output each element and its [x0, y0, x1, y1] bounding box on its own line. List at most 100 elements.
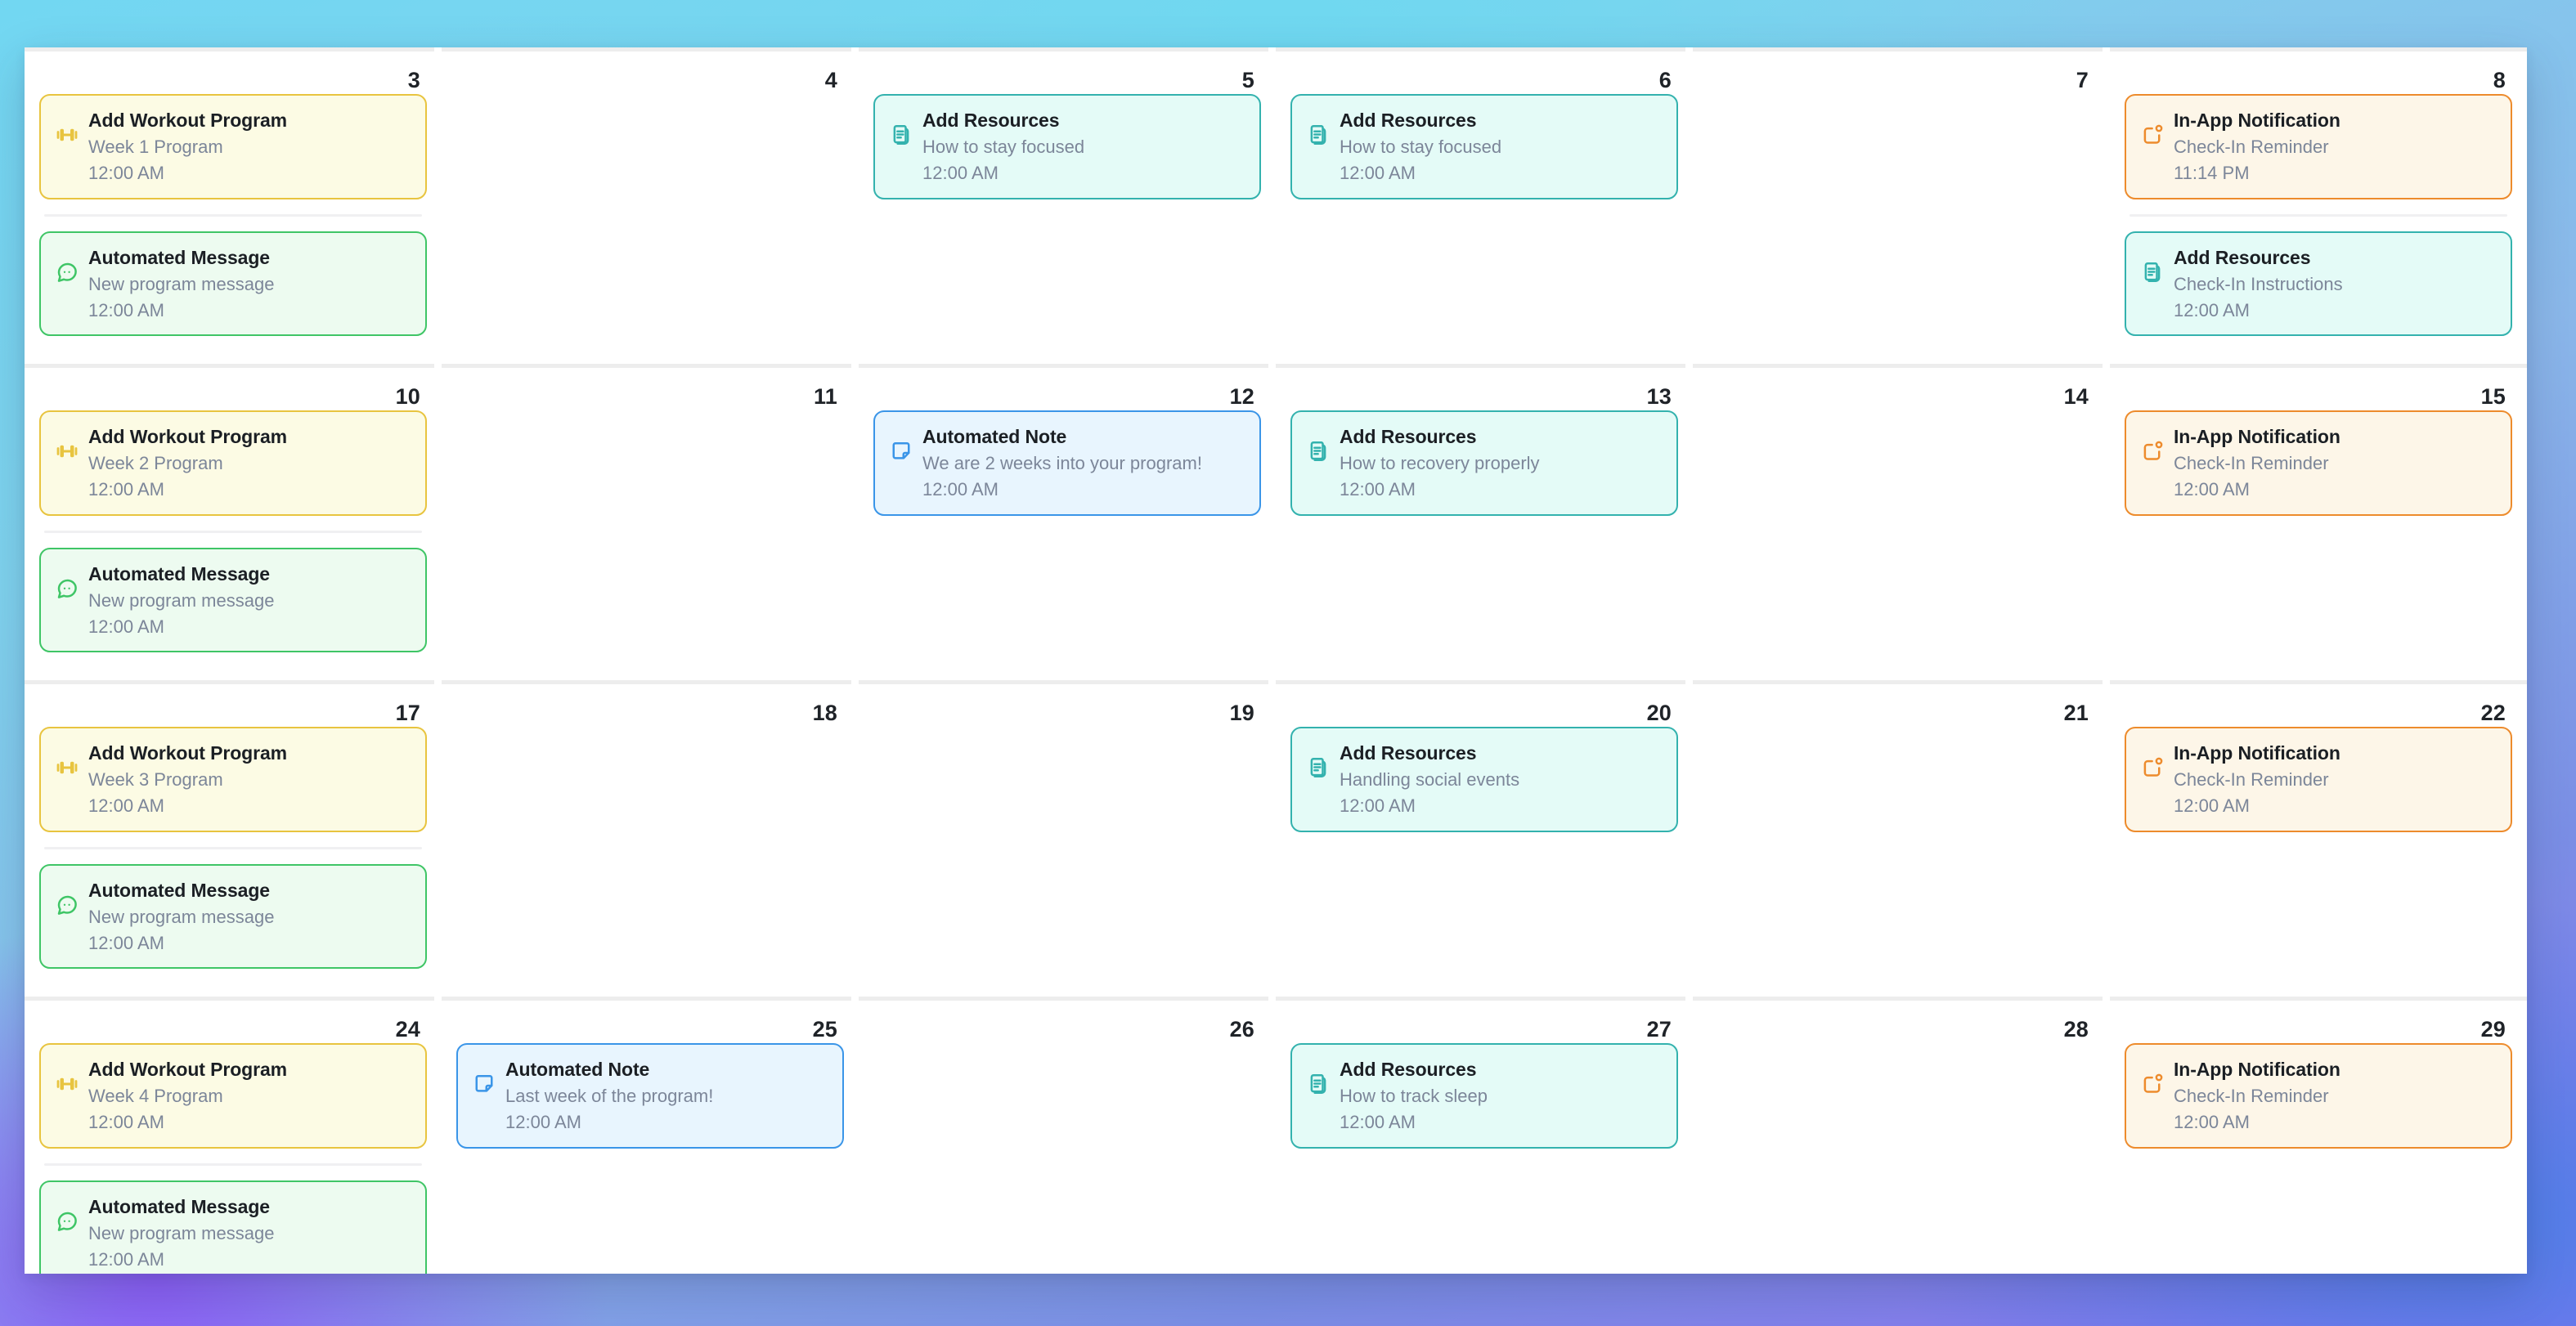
day-number: 22 [2480, 701, 2506, 725]
event-card[interactable]: Add Resources How to track sleep 12:00 AM [1290, 1043, 1678, 1149]
day-events-list: Add Workout Program Week 2 Program 12:00 A… [34, 410, 432, 652]
event-time: 12:00 AM [1340, 479, 1416, 500]
day-number: 8 [2493, 68, 2506, 92]
day-number: 26 [1229, 1017, 1254, 1042]
day-cell-15[interactable]: 15 In-App Notification Check-In Reminder 12… [2103, 364, 2527, 680]
notification-icon [2143, 124, 2163, 144]
day-cell-17[interactable]: 17 Add Workout Program Week 3 Program 12:00… [25, 680, 442, 997]
event-title: In-App Notification [2174, 110, 2340, 131]
day-cell-6[interactable]: 6 Add Resources How to stay focused 12:00 A… [1268, 47, 1693, 364]
event-time: 12:00 AM [2174, 299, 2250, 320]
day-cell-29[interactable]: 29 In-App Notification Check-In Reminder 12… [2103, 997, 2527, 1274]
event-subtitle: Check-In Reminder [2174, 453, 2329, 474]
event-subtitle: How to recovery properly [1340, 453, 1540, 474]
event-title: Automated Message [88, 562, 270, 585]
day-cell-5[interactable]: 5 Add Resources How to stay focused 12:00 A… [851, 47, 1276, 364]
documents-icon [1310, 441, 1326, 461]
day-cell-14[interactable]: 14 [1685, 364, 2110, 680]
calendar-month-grid: 3 Add Workout Program Week 1 Program 12:00 … [25, 47, 2527, 1274]
day-events-list: Add Workout Program Week 3 Program 12:00 A… [34, 727, 432, 969]
event-subtitle: How to track sleep [1340, 1086, 1488, 1107]
day-cell-8[interactable]: 8 In-App Notification Check-In Reminder 11:… [2103, 47, 2527, 364]
event-subtitle: New program message [88, 1222, 275, 1243]
event-card[interactable]: Automated Note Last week of the program! 1… [456, 1043, 844, 1149]
documents-icon [1310, 125, 1326, 145]
day-cell-4[interactable]: 4 [434, 47, 859, 364]
event-card[interactable]: Automated Message New program message 12:0… [39, 1180, 427, 1274]
event-time: 12:00 AM [88, 795, 164, 817]
event-subtitle: How to stay focused [1340, 137, 1502, 158]
event-title: Automated Note [922, 426, 1067, 447]
event-title: Add Resources [1340, 1059, 1477, 1080]
event-card[interactable]: Add Resources Check-In Instructions 12:00 … [2125, 231, 2512, 336]
event-title: Automated Message [88, 1195, 270, 1217]
event-subtitle: Week 2 Program [88, 453, 223, 474]
day-number: 10 [395, 384, 420, 409]
event-title: In-App Notification [2174, 1059, 2340, 1080]
day-cell-25[interactable]: 25 Automated Note Last week of the program… [434, 997, 859, 1274]
event-divider [44, 846, 422, 849]
event-time: 12:00 AM [88, 1248, 164, 1270]
event-card[interactable]: Automated Note We are 2 weeks into your p… [873, 410, 1261, 516]
event-card[interactable]: Add Resources How to recovery properly 12:… [1290, 410, 1678, 516]
event-subtitle: New program message [88, 273, 275, 294]
event-card[interactable]: Automated Message New program message 12:0… [39, 863, 427, 969]
day-number: 4 [824, 68, 837, 92]
event-card[interactable]: Automated Message New program message 12:0… [39, 231, 427, 336]
event-card[interactable]: In-App Notification Check-In Reminder 12:0… [2125, 727, 2512, 832]
event-card[interactable]: In-App Notification Check-In Reminder 11:1… [2125, 94, 2512, 199]
day-cell-20[interactable]: 20 Add Resources Handling social events 12:… [1268, 680, 1693, 997]
day-cell-7[interactable]: 7 [1685, 47, 2110, 364]
day-cell-21[interactable]: 21 [1685, 680, 2110, 997]
event-card[interactable]: Add Resources How to stay focused 12:00 AM [1290, 94, 1678, 199]
day-cell-13[interactable]: 13 Add Resources How to recovery properly 1… [1268, 364, 1693, 680]
day-events-list: Add Workout Program Week 4 Program 12:00 A… [34, 1043, 432, 1274]
event-subtitle: Week 4 Program [88, 1086, 223, 1107]
day-cell-11[interactable]: 11 [434, 364, 859, 680]
event-title: Automated Note [505, 1059, 650, 1080]
event-title: Add Resources [1340, 110, 1477, 131]
event-divider [44, 1162, 422, 1166]
event-divider [44, 213, 422, 217]
day-cell-12[interactable]: 12 Automated Note We are 2 weeks into your… [851, 364, 1276, 680]
event-time: 12:00 AM [505, 1112, 581, 1133]
day-cell-18[interactable]: 18 [434, 680, 859, 997]
event-card[interactable]: Add Resources How to stay focused 12:00 AM [873, 94, 1261, 199]
day-cell-27[interactable]: 27 Add Resources How to track sleep 12:00 A… [1268, 997, 1693, 1274]
day-cell-3[interactable]: 3 Add Workout Program Week 1 Program 12:00 … [25, 47, 442, 364]
event-title: Add Resources [1340, 426, 1477, 447]
dumbbell-icon [56, 445, 78, 458]
event-time: 12:00 AM [2174, 1112, 2250, 1133]
day-cell-26[interactable]: 26 [851, 997, 1276, 1274]
event-subtitle: New program message [88, 589, 275, 611]
dumbbell-icon [56, 761, 78, 774]
chat-bubble-icon [57, 262, 77, 282]
day-number: 20 [1646, 701, 1672, 725]
event-card[interactable]: Add Resources Handling social events 12:00… [1290, 727, 1678, 832]
event-title: Add Resources [922, 110, 1060, 131]
day-cell-22[interactable]: 22 In-App Notification Check-In Reminder 12… [2103, 680, 2527, 997]
day-cell-10[interactable]: 10 Add Workout Program Week 2 Program 12:00… [25, 364, 442, 680]
event-card[interactable]: Add Workout Program Week 2 Program 12:00 A… [39, 410, 427, 516]
day-cell-24[interactable]: 24 Add Workout Program Week 4 Program 12:00… [25, 997, 442, 1274]
day-number: 17 [395, 701, 420, 725]
event-card[interactable]: Automated Message New program message 12:0… [39, 547, 427, 652]
event-card[interactable]: Add Workout Program Week 4 Program 12:00 A… [39, 1043, 427, 1149]
day-events-list: Add Resources How to stay focused 12:00 AM [1286, 94, 1683, 199]
day-events-list: In-App Notification Check-In Reminder 12:0… [2120, 1043, 2517, 1149]
day-events-list: In-App Notification Check-In Reminder 11:1… [2120, 94, 2517, 336]
event-card[interactable]: In-App Notification Check-In Reminder 12:0… [2125, 1043, 2512, 1149]
documents-icon [2144, 262, 2161, 282]
day-events-list: Add Resources How to recovery properly 12:… [1286, 410, 1683, 516]
event-time: 12:00 AM [1340, 1112, 1416, 1133]
event-subtitle: Check-In Instructions [2174, 273, 2343, 294]
event-subtitle: Handling social events [1340, 769, 1520, 791]
day-cell-28[interactable]: 28 [1685, 997, 2110, 1274]
event-subtitle: Check-In Reminder [2174, 137, 2329, 158]
event-card[interactable]: In-App Notification Check-In Reminder 12:0… [2125, 410, 2512, 516]
event-card[interactable]: Add Workout Program Week 1 Program 12:00 A… [39, 94, 427, 199]
day-cell-19[interactable]: 19 [851, 680, 1276, 997]
event-card[interactable]: Add Workout Program Week 3 Program 12:00 A… [39, 727, 427, 832]
day-events-list: Add Resources How to track sleep 12:00 AM [1286, 1043, 1683, 1149]
day-number: 7 [2076, 68, 2089, 92]
